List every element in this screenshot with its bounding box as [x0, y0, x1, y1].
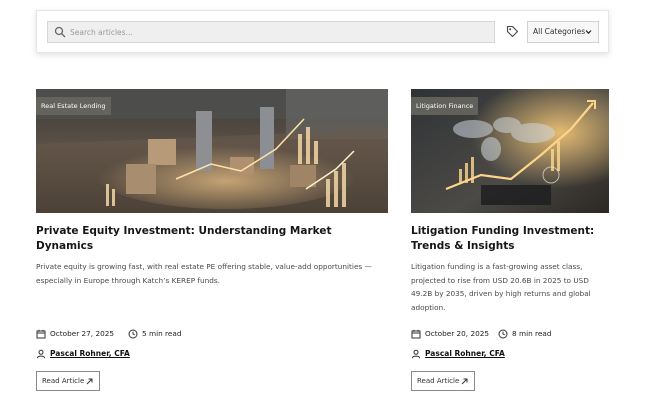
user-icon — [411, 349, 421, 359]
category-select-value: All Categories — [533, 27, 586, 36]
user-icon — [36, 349, 46, 359]
category-select[interactable]: All Categories — [527, 21, 599, 43]
article-image[interactable]: Litigation Finance — [411, 89, 609, 213]
clock-icon — [498, 329, 508, 339]
read-article-label: Read Article — [42, 377, 85, 385]
author-link[interactable]: Pascal Rohner, CFA — [50, 348, 130, 360]
article-read-time: 8 min read — [512, 329, 552, 338]
clock-icon — [128, 329, 138, 339]
article-author-row: Pascal Rohner, CFA — [411, 348, 609, 360]
arrow-up-right-icon — [461, 378, 468, 385]
read-article-button[interactable]: Read Article — [36, 371, 100, 391]
category-badge[interactable]: Litigation Finance — [411, 97, 479, 115]
article-image[interactable]: Real Estate Lending — [36, 89, 388, 213]
search-box[interactable] — [47, 21, 495, 43]
filter-panel: All Categories — [36, 10, 609, 53]
calendar-icon — [36, 329, 46, 339]
article-date: October 27, 2025 — [50, 329, 115, 338]
read-article-button[interactable]: Read Article — [411, 371, 475, 391]
read-article-label: Read Article — [417, 377, 460, 385]
calendar-icon — [411, 329, 421, 339]
search-input[interactable] — [70, 22, 490, 42]
chevron-down-icon — [585, 30, 592, 35]
article-read-time: 5 min read — [142, 329, 182, 338]
author-link[interactable]: Pascal Rohner, CFA — [425, 348, 505, 360]
article-title[interactable]: Litigation Funding Investment: Trends & … — [411, 224, 609, 254]
article-excerpt: Litigation funding is a fast-growing ass… — [411, 262, 591, 312]
article-date: October 20, 2025 — [425, 329, 490, 338]
article-date-row: October 27, 2025 5 min read — [36, 328, 236, 340]
tag-icon[interactable] — [506, 25, 519, 38]
arrow-up-right-icon — [86, 378, 93, 385]
article-card[interactable]: Litigation Finance Litigation Funding In… — [411, 89, 609, 314]
article-date-row: October 20, 2025 8 min read — [411, 328, 609, 340]
category-badge[interactable]: Real Estate Lending — [36, 97, 111, 115]
article-card[interactable]: Real Estate Lending Private Equity Inves… — [36, 89, 388, 287]
search-icon — [54, 26, 66, 38]
article-title[interactable]: Private Equity Investment: Understanding… — [36, 224, 388, 254]
article-author-row: Pascal Rohner, CFA — [36, 348, 236, 360]
article-excerpt: Private equity is growing fast, with rea… — [36, 262, 372, 285]
